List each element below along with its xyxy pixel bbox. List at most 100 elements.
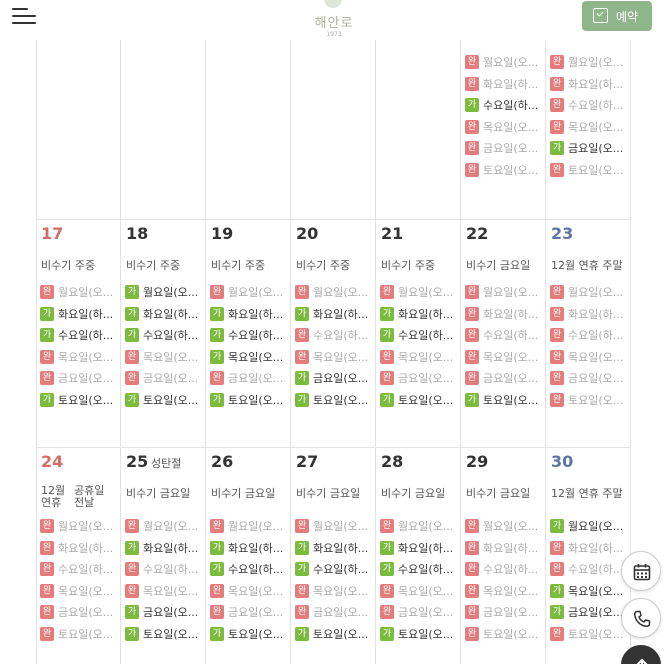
status-badge: 완 — [550, 392, 564, 407]
menu-icon[interactable] — [12, 5, 38, 27]
status-badge: 가 — [380, 540, 394, 555]
room-name: 금요일(오... — [568, 606, 624, 620]
status-badge: 완 — [550, 540, 564, 555]
status-badge: 완 — [40, 371, 54, 386]
status-badge: 완 — [40, 540, 54, 555]
room-name: 금요일(오... — [398, 606, 454, 620]
phone-icon — [633, 610, 651, 628]
day-cell: 28 비수기 금요일 완 월요일(오... 가 화요일(하... 가 수요일(하... 완 목요일… — [376, 448, 461, 664]
status-badge: 완 — [210, 285, 224, 299]
day-cell: 17 비수기 주중 완 월요일(오... 가 화요일(하... 가 수요일(하... 완 목요일(… — [36, 220, 121, 448]
season-label: 비수기 금요일 — [466, 487, 531, 500]
day-cell: 22 비수기 금요일 완 월요일(오... 완 화요일(하... 완 수요일(하... 완 목요일… — [461, 220, 546, 448]
room-name: 목요일(오... — [228, 584, 284, 598]
status-badge: 완 — [550, 371, 564, 386]
room-name: 토요일(오... — [568, 163, 624, 177]
room-name: 화요일(하... — [313, 541, 369, 555]
room-name: 수요일(하... — [568, 563, 624, 577]
status-badge: 가 — [295, 626, 309, 641]
room-name: 목요일(오... — [313, 350, 369, 364]
day-cell: 24 12월 연휴 공휴일 전날 완 월요일(오... 완 화요일(하... 완 수요일(하..… — [36, 448, 121, 664]
room-name: 수요일(하... — [143, 563, 199, 577]
status-badge: 완 — [40, 349, 54, 364]
day-cell: 25 성탄절 비수기 금요일 완 월요일(오... 가 화요일(하... 완 수요일(하... 완… — [121, 448, 206, 664]
room-name: 토요일(오... — [483, 163, 539, 177]
status-badge: 완 — [465, 562, 479, 577]
status-badge: 완 — [550, 626, 564, 641]
status-badge: 완 — [550, 349, 564, 364]
status-badge: 가 — [125, 306, 139, 321]
room-name: 금요일(오... — [483, 606, 539, 620]
status-badge: 가 — [210, 328, 224, 343]
day-cell — [376, 40, 461, 220]
status-badge: 가 — [550, 141, 564, 156]
logo-year: 1973 — [326, 31, 342, 38]
room-name: 토요일(오... — [398, 393, 454, 407]
status-badge: 완 — [465, 328, 479, 343]
room-name: 수요일(하... — [483, 329, 539, 343]
room-name: 금요일(오... — [313, 606, 369, 620]
status-badge: 가 — [210, 306, 224, 321]
status-badge: 가 — [380, 306, 394, 321]
room-name: 토요일(오... — [483, 627, 539, 641]
phone-fab-button[interactable] — [621, 598, 661, 638]
logo-name: 해안로 — [314, 16, 354, 31]
day-number: 23 — [551, 224, 574, 243]
room-name: 수요일(하... — [313, 329, 369, 343]
season-label: 비수기 주중 — [41, 259, 96, 272]
reserve-button[interactable]: 예약 — [582, 1, 652, 31]
status-badge: 가 — [210, 392, 224, 407]
status-badge: 완 — [210, 519, 224, 533]
reserve-button-label: 예약 — [616, 10, 639, 24]
room-name: 토요일(오... — [143, 627, 199, 641]
room-name: 수요일(하... — [483, 563, 539, 577]
calendar-icon — [633, 564, 651, 581]
room-name: 토요일(오... — [58, 627, 114, 641]
day-number: 19 — [211, 224, 234, 243]
room-name: 토요일(오... — [568, 627, 624, 641]
status-badge: 완 — [550, 562, 564, 577]
room-name: 금요일(오... — [398, 372, 454, 386]
day-cell: 완 월요일(오... 완 화요일(하... 완 수요일(하... 완 목요일(오... 가 금요일… — [546, 40, 631, 220]
room-name: 화요일(하... — [398, 307, 454, 321]
status-badge: 완 — [40, 605, 54, 620]
room-name: 화요일(하... — [568, 307, 624, 321]
day-cell — [206, 40, 291, 220]
status-badge: 완 — [465, 540, 479, 555]
season-label: 12월 연휴 — [41, 484, 66, 509]
room-name: 월요일(오... — [568, 520, 624, 533]
day-cell: 20 비수기 주중 완 월요일(오... 가 화요일(하... 완 수요일(하... 완 목요일(… — [291, 220, 376, 448]
room-name: 화요일(하... — [143, 307, 199, 321]
calendar-fab-button[interactable] — [621, 551, 661, 591]
room-name: 금요일(오... — [228, 372, 284, 386]
status-badge: 가 — [380, 562, 394, 577]
status-badge: 가 — [550, 519, 564, 533]
status-badge: 완 — [295, 605, 309, 620]
status-badge: 가 — [40, 392, 54, 407]
status-badge: 가 — [210, 349, 224, 364]
status-badge: 완 — [380, 519, 394, 533]
status-badge: 완 — [295, 519, 309, 533]
reservation-calendar: 완 월요일(오... 완 화요일(하... 가 수요일(하... 완 목요일(오... 완 금요일… — [36, 40, 631, 664]
status-badge: 가 — [210, 562, 224, 577]
room-name: 월요일(오... — [568, 286, 624, 299]
status-badge: 가 — [295, 371, 309, 386]
room-name: 월요일(오... — [398, 520, 454, 533]
day-number: 17 — [41, 224, 64, 243]
logo[interactable]: 해안로 1973 — [304, 0, 364, 40]
logo-mark — [324, 0, 342, 8]
status-badge: 완 — [465, 306, 479, 321]
room-name: 금요일(오... — [313, 372, 369, 386]
room-name: 금요일(오... — [58, 606, 114, 620]
room-name: 수요일(하... — [228, 563, 284, 577]
day-cell: 29 비수기 금요일 완 월요일(오... 완 화요일(하... 완 수요일(하... 완 목요일… — [461, 448, 546, 664]
status-badge: 완 — [465, 349, 479, 364]
status-badge: 완 — [550, 162, 564, 177]
status-badge: 완 — [550, 119, 564, 134]
status-badge: 가 — [295, 392, 309, 407]
status-badge: 가 — [125, 328, 139, 343]
status-badge: 완 — [465, 119, 479, 134]
status-badge: 완 — [550, 328, 564, 343]
room-name: 화요일(하... — [483, 541, 539, 555]
status-badge: 완 — [295, 583, 309, 598]
